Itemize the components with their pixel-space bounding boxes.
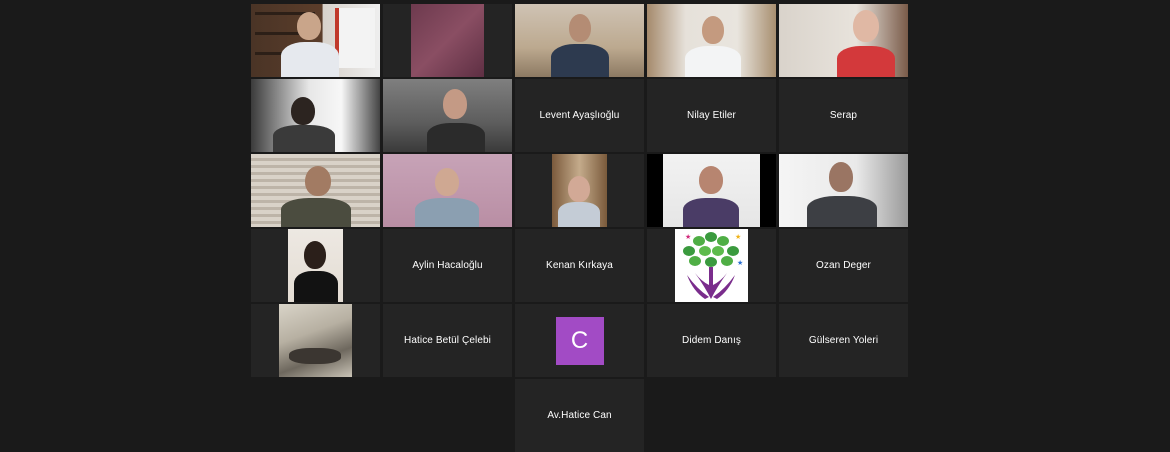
video-feed	[411, 4, 484, 77]
participant-name: Aylin Hacaloğlu	[412, 260, 483, 271]
video-tile[interactable]	[647, 154, 776, 227]
participant-name: Nilay Etiler	[687, 110, 736, 121]
video-feed	[251, 154, 380, 227]
video-tile[interactable]	[779, 154, 908, 227]
video-feed	[552, 154, 607, 227]
svg-text:★: ★	[737, 259, 743, 267]
participant-name: Gülseren Yoleri	[808, 335, 879, 346]
participant-tile[interactable]: Gülseren Yoleri	[779, 304, 908, 377]
gallery-grid: Levent Ayaşlıoğlu Nilay Etiler Serap Ayl…	[251, 4, 908, 452]
video-tile[interactable]	[251, 229, 380, 302]
video-feed	[251, 4, 380, 77]
avatar: C	[555, 316, 604, 365]
participant-tile[interactable]: Ozan Deger	[779, 229, 908, 302]
video-feed	[779, 4, 908, 77]
participant-name: Av.Hatice Can	[547, 410, 612, 421]
video-feed	[383, 154, 512, 227]
etching-artwork	[279, 304, 352, 377]
participant-name: Levent Ayaşlıoğlu	[539, 110, 620, 121]
participant-tile[interactable]: Didem Danış	[647, 304, 776, 377]
participant-tile[interactable]: Nilay Etiler	[647, 79, 776, 152]
participant-tile[interactable]: Hatice Betül Çelebi	[383, 304, 512, 377]
video-feed	[647, 4, 776, 77]
video-tile-active-speaker[interactable]	[251, 4, 380, 77]
participant-name: Ozan Deger	[816, 260, 871, 271]
picture-tile[interactable]	[251, 304, 380, 377]
participant-name: Didem Danış	[682, 335, 741, 346]
empty-slot	[383, 379, 512, 452]
video-tile[interactable]	[251, 154, 380, 227]
video-feed	[383, 79, 512, 152]
video-tile[interactable]	[515, 154, 644, 227]
video-feed	[515, 4, 644, 77]
video-tile[interactable]	[647, 4, 776, 77]
empty-slot	[251, 379, 380, 452]
participant-tile[interactable]: ★ ★ ★	[647, 229, 776, 302]
video-tile[interactable]	[515, 4, 644, 77]
video-feed	[779, 154, 908, 227]
participant-tile[interactable]: Levent Ayaşlıoğlu	[515, 79, 644, 152]
video-tile[interactable]	[383, 154, 512, 227]
participant-tile[interactable]: Av.Hatice Can	[515, 379, 644, 452]
video-tile[interactable]	[383, 4, 512, 77]
participant-tile[interactable]: Aylin Hacaloğlu	[383, 229, 512, 302]
participant-name: Kenan Kırkaya	[546, 260, 613, 271]
video-tile[interactable]	[383, 79, 512, 152]
video-tile[interactable]	[251, 79, 380, 152]
video-feed	[663, 154, 760, 227]
svg-text:★: ★	[735, 233, 741, 241]
video-feed	[288, 229, 343, 302]
video-feed	[251, 79, 380, 152]
video-tile[interactable]	[779, 4, 908, 77]
svg-text:★: ★	[685, 233, 691, 241]
participant-name: Hatice Betül Çelebi	[404, 335, 491, 346]
hdp-tree-logo: ★ ★ ★	[675, 229, 748, 302]
participant-tile[interactable]: C	[515, 304, 644, 377]
participant-tile[interactable]: Kenan Kırkaya	[515, 229, 644, 302]
participant-name: Serap	[829, 110, 858, 121]
participant-tile[interactable]: Serap	[779, 79, 908, 152]
